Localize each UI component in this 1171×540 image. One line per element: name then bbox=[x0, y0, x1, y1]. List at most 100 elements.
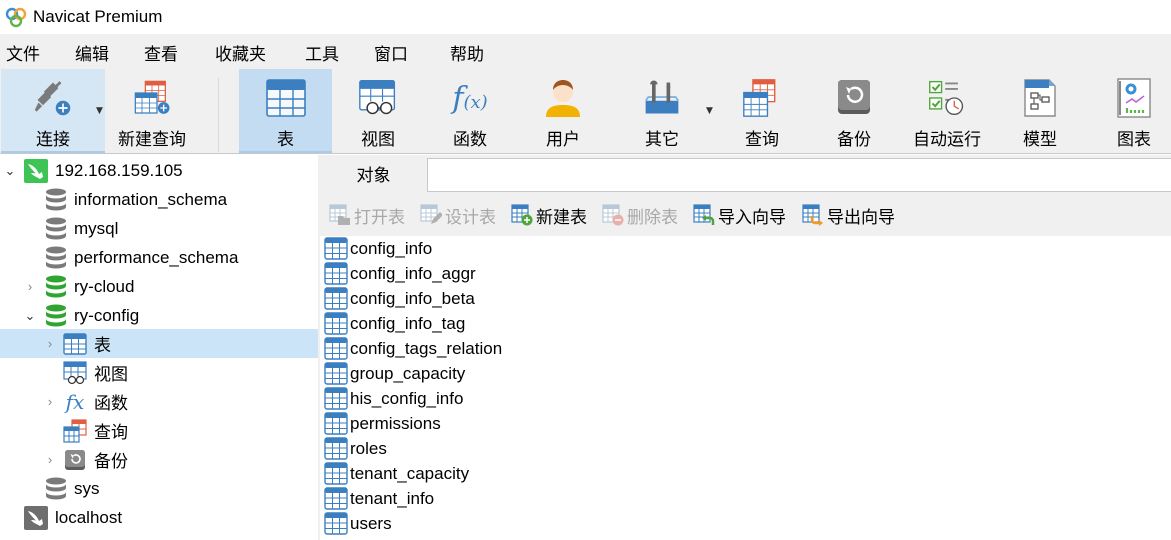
queries-label: 查询 bbox=[94, 423, 128, 442]
table-icon bbox=[324, 487, 348, 510]
tree-db-performance-schema[interactable]: performance_schema bbox=[0, 243, 318, 272]
view-icon bbox=[63, 360, 87, 385]
table-list-item[interactable]: tenant_capacity bbox=[324, 461, 469, 486]
table-list-item[interactable]: permissions bbox=[324, 411, 441, 436]
tab-strip-empty-area bbox=[427, 158, 1171, 192]
menu-view[interactable]: 查看 bbox=[144, 40, 178, 65]
connect-button[interactable]: 连接 bbox=[1, 69, 105, 153]
delete-table-icon bbox=[602, 204, 624, 226]
connection-label: localhost bbox=[55, 507, 123, 527]
chevron-right-icon[interactable]: › bbox=[23, 279, 37, 294]
connect-dropdown-icon[interactable]: ▼ bbox=[96, 106, 103, 116]
table-list-item[interactable]: roles bbox=[324, 436, 387, 461]
table-name: config_info_aggr bbox=[350, 263, 476, 283]
main-toolbar: 连接 ▼ 新建查询 表 视图 f(x) 函数 用户 其它 ▼ 查询 备份 自动运… bbox=[0, 68, 1171, 154]
tree-node-tables[interactable]: › 表 bbox=[0, 329, 318, 358]
table-list-item[interactable]: config_tags_relation bbox=[324, 336, 502, 361]
export-wizard-label: 导出向导 bbox=[827, 207, 895, 228]
menu-favorites[interactable]: 收藏夹 bbox=[215, 40, 266, 65]
chevron-right-icon[interactable]: › bbox=[43, 452, 57, 467]
new-table-label: 新建表 bbox=[536, 207, 587, 228]
table-name: his_config_info bbox=[350, 388, 464, 408]
new-query-button[interactable]: 新建查询 bbox=[108, 69, 196, 153]
view-button[interactable]: 视图 bbox=[336, 69, 420, 153]
menu-tools[interactable]: 工具 bbox=[305, 40, 339, 65]
user-label: 用户 bbox=[546, 130, 580, 150]
table-icon bbox=[324, 237, 348, 260]
query-icon bbox=[63, 418, 87, 443]
other-dropdown-icon[interactable]: ▼ bbox=[706, 106, 713, 116]
database-open-icon bbox=[44, 275, 68, 299]
backups-label: 备份 bbox=[94, 452, 128, 471]
database-label: performance_schema bbox=[74, 247, 239, 267]
export-wizard-button[interactable]: 导出向导 bbox=[802, 203, 895, 228]
design-table-label: 设计表 bbox=[445, 207, 496, 228]
mysql-connection-closed-icon bbox=[24, 505, 48, 530]
model-icon bbox=[1020, 77, 1060, 119]
tab-objects[interactable]: 对象 bbox=[320, 155, 427, 192]
chevron-right-icon[interactable]: › bbox=[43, 394, 57, 409]
tree-node-views[interactable]: 视图 bbox=[0, 358, 318, 387]
new-query-label: 新建查询 bbox=[118, 130, 186, 150]
menu-help[interactable]: 帮助 bbox=[450, 40, 484, 65]
database-label: mysql bbox=[74, 218, 119, 238]
tree-connection-localhost[interactable]: localhost bbox=[0, 503, 318, 532]
chart-button[interactable]: 图表 bbox=[1092, 69, 1171, 153]
import-wizard-button[interactable]: 导入向导 bbox=[693, 203, 786, 228]
table-list-item[interactable]: config_info_beta bbox=[324, 286, 475, 311]
table-list-item[interactable]: config_info_tag bbox=[324, 311, 465, 336]
tools-icon bbox=[642, 77, 682, 119]
toolbar-separator bbox=[218, 78, 219, 152]
tree-node-backups[interactable]: › 备份 bbox=[0, 445, 318, 474]
chevron-down-icon[interactable]: ⌄ bbox=[23, 308, 37, 323]
chevron-right-icon[interactable]: › bbox=[43, 336, 57, 351]
table-list-item[interactable]: users bbox=[324, 511, 392, 536]
tree-db-mysql[interactable]: mysql bbox=[0, 214, 318, 243]
tree-node-queries[interactable]: 查询 bbox=[0, 416, 318, 445]
query-button[interactable]: 查询 bbox=[720, 69, 804, 153]
menu-file[interactable]: 文件 bbox=[6, 40, 40, 65]
table-list: config_info config_info_aggr config_info_b… bbox=[320, 236, 1171, 540]
menu-edit[interactable]: 编辑 bbox=[75, 40, 109, 65]
menu-window[interactable]: 窗口 bbox=[374, 40, 408, 65]
table-button[interactable]: 表 bbox=[239, 69, 332, 153]
backup-button[interactable]: 备份 bbox=[812, 69, 896, 153]
table-list-item[interactable]: config_info_aggr bbox=[324, 261, 476, 286]
automation-button[interactable]: 自动运行 bbox=[905, 69, 989, 153]
design-table-button[interactable]: 设计表 bbox=[420, 203, 496, 228]
table-icon bbox=[324, 512, 348, 535]
table-icon bbox=[63, 332, 87, 356]
tree-db-sys[interactable]: sys bbox=[0, 474, 318, 503]
table-list-item[interactable]: tenant_info bbox=[324, 486, 434, 511]
tables-label: 表 bbox=[94, 336, 111, 355]
tree-db-ry-config[interactable]: ⌄ ry-config bbox=[0, 301, 318, 330]
tree-connection[interactable]: ⌄ 192.168.159.105 bbox=[0, 156, 318, 185]
table-name: config_tags_relation bbox=[350, 338, 503, 358]
mysql-connection-icon bbox=[24, 158, 48, 183]
new-table-button[interactable]: 新建表 bbox=[511, 203, 587, 228]
user-icon bbox=[543, 77, 583, 119]
table-name: tenant_info bbox=[350, 488, 435, 508]
table-icon bbox=[324, 312, 348, 335]
database-closed-icon bbox=[44, 477, 68, 501]
connection-tree: ⌄ 192.168.159.105 information_schema mys… bbox=[0, 155, 318, 540]
table-icon bbox=[324, 437, 348, 460]
table-list-item[interactable]: config_info bbox=[324, 236, 432, 261]
title-bar: Navicat Premium bbox=[0, 0, 1171, 34]
delete-table-button[interactable]: 删除表 bbox=[602, 203, 678, 228]
chevron-down-icon[interactable]: ⌄ bbox=[3, 163, 17, 178]
open-table-button[interactable]: 打开表 bbox=[329, 203, 405, 228]
model-button[interactable]: 模型 bbox=[998, 69, 1082, 153]
user-button[interactable]: 用户 bbox=[521, 69, 605, 153]
tree-db-information-schema[interactable]: information_schema bbox=[0, 185, 318, 214]
tree-node-functions[interactable]: › fx 函数 bbox=[0, 387, 318, 416]
table-list-item[interactable]: group_capacity bbox=[324, 361, 465, 386]
table-name: permissions bbox=[350, 413, 441, 433]
other-button[interactable]: 其它 bbox=[620, 69, 704, 153]
database-closed-icon bbox=[44, 188, 68, 212]
open-table-label: 打开表 bbox=[354, 207, 405, 228]
tree-db-ry-cloud[interactable]: › ry-cloud bbox=[0, 272, 318, 301]
function-button[interactable]: f(x) 函数 bbox=[428, 69, 512, 153]
table-list-item[interactable]: his_config_info bbox=[324, 386, 463, 411]
backup-icon bbox=[63, 448, 87, 472]
